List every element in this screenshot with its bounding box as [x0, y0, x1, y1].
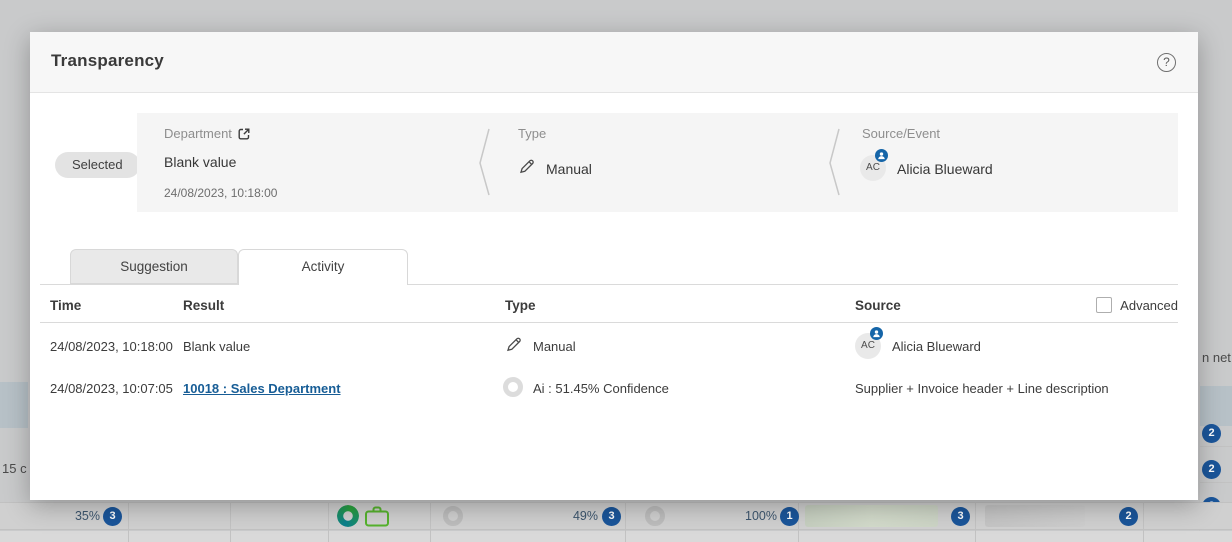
backdrop-column-border — [128, 502, 129, 542]
row-source: Supplier + Invoice header + Line descrip… — [855, 381, 1109, 396]
advanced-checkbox[interactable] — [1096, 297, 1112, 313]
row-source: Alicia Blueward — [892, 339, 981, 354]
transparency-modal: Transparency ? Selected Department Blank… — [30, 32, 1198, 500]
row-result: Blank value — [183, 339, 250, 354]
selected-status-pill: Selected — [55, 152, 140, 178]
backdrop-clipped-column-header-text: n net a — [1202, 350, 1232, 365]
person-badge-icon — [870, 327, 883, 340]
backdrop-column-border — [975, 502, 976, 542]
count-badge: 2 — [1202, 460, 1221, 479]
column-header-source: Source — [855, 298, 901, 313]
confidence-percent: 100% — [727, 509, 777, 523]
table-row: 24/08/2023, 10:07:05 10018 : Sales Depar… — [30, 366, 1198, 410]
backdrop-column-border — [328, 502, 329, 542]
result-link[interactable]: 10018 : Sales Department — [183, 381, 341, 396]
column-header-type: Type — [505, 298, 536, 313]
count-badge: 2 — [1119, 507, 1138, 526]
backdrop-column-border — [1143, 502, 1144, 542]
tab-divider — [40, 284, 1178, 285]
count-badge: 3 — [951, 507, 970, 526]
type-label: Type — [518, 126, 546, 141]
source-user-name: Alicia Blueward — [897, 161, 993, 177]
pencil-icon — [518, 157, 536, 175]
external-link-icon[interactable] — [237, 127, 251, 141]
backdrop-column-border — [798, 502, 799, 542]
person-badge-icon — [875, 149, 888, 162]
row-type: Ai : 51.45% Confidence — [533, 381, 669, 396]
advanced-checkbox-label: Advanced — [1120, 298, 1178, 313]
backdrop-column-border — [430, 502, 431, 542]
row-time: 24/08/2023, 10:18:00 — [50, 339, 173, 354]
ai-ring-icon — [443, 506, 463, 526]
row-time: 24/08/2023, 10:07:05 — [50, 381, 173, 396]
field-value: Blank value — [164, 154, 236, 170]
teal-ring-icon — [337, 505, 359, 527]
tab-activity[interactable]: Activity — [238, 249, 408, 285]
row-type: Manual — [533, 339, 576, 354]
modal-header — [30, 32, 1198, 93]
pencil-icon — [505, 335, 523, 353]
confidence-percent: 49% — [558, 509, 598, 523]
count-badge: 3 — [103, 507, 122, 526]
backdrop-table-row-partial — [0, 531, 1232, 542]
confidence-percent: 35% — [60, 509, 100, 523]
backdrop-row-border — [1200, 446, 1232, 447]
count-badge: 1 — [780, 507, 799, 526]
column-header-time: Time — [50, 298, 81, 313]
backdrop-selected-cell-left — [0, 382, 28, 428]
redacted-cell-content — [805, 505, 938, 527]
source-event-label: Source/Event — [862, 126, 940, 141]
redacted-cell-content — [985, 505, 1085, 527]
backdrop-selected-cell-right — [1200, 386, 1232, 426]
ai-ring-icon — [503, 377, 523, 397]
screen: n net a 2 2 2 15 c 35% 3 49% 3 100% 1 3 … — [0, 0, 1232, 542]
field-label: Department — [164, 126, 232, 141]
backdrop-row-border — [1200, 482, 1232, 483]
selected-value-summary-panel: Department Blank value 24/08/2023, 10:18… — [137, 113, 1178, 212]
field-timestamp: 24/08/2023, 10:18:00 — [164, 186, 277, 200]
chevron-left-divider-icon — [827, 127, 841, 197]
green-briefcase-icon — [364, 504, 390, 528]
ai-ring-icon — [645, 506, 665, 526]
tab-suggestion[interactable]: Suggestion — [70, 249, 238, 284]
modal-title: Transparency — [51, 51, 164, 71]
backdrop-column-border — [230, 502, 231, 542]
chevron-left-divider-icon — [477, 127, 491, 197]
type-value: Manual — [546, 161, 592, 177]
backdrop-column-border — [625, 502, 626, 542]
table-row: 24/08/2023, 10:18:00 Blank value Manual … — [30, 322, 1198, 366]
help-icon[interactable]: ? — [1157, 53, 1176, 72]
count-badge: 3 — [602, 507, 621, 526]
modal-callout-arrow — [568, 468, 594, 485]
count-badge: 2 — [1202, 424, 1221, 443]
column-header-result: Result — [183, 298, 224, 313]
backdrop-clipped-cell-text: 15 c — [2, 461, 27, 476]
